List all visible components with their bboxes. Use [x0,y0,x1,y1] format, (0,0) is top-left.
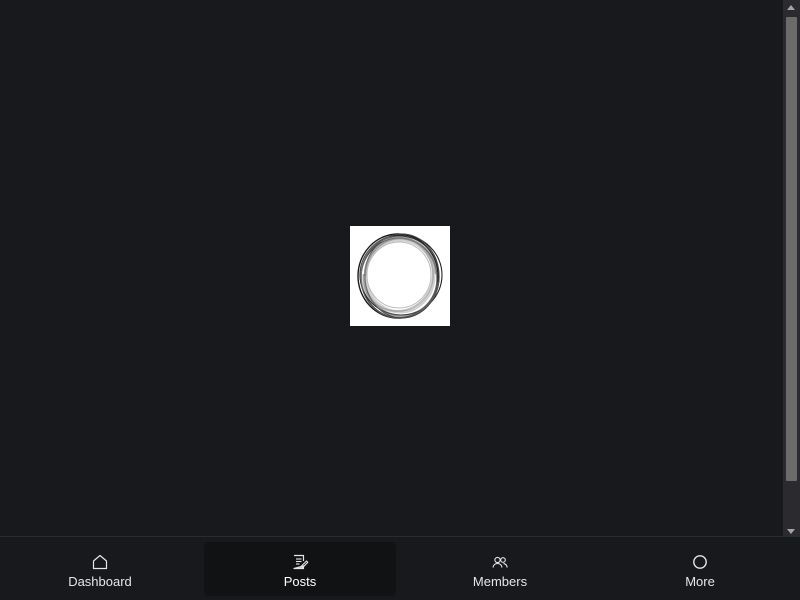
nav-item-label: Members [472,574,528,589]
bottom-navigation: Dashboard Posts Members More [0,536,800,600]
nav-item-members[interactable]: Members [400,537,600,600]
main-content [0,0,783,536]
nav-item-label: Posts [283,574,317,589]
nav-item-posts[interactable]: Posts [200,537,400,600]
scroll-up-arrow-icon[interactable] [787,5,795,10]
nav-item-more[interactable]: More [600,537,800,600]
nav-item-label: More [685,574,715,589]
loading-spinner [350,226,450,326]
app-window: Dashboard Posts Members More [0,0,800,600]
circle-icon [693,555,707,569]
nav-item-dashboard[interactable]: Dashboard [0,537,200,600]
loading-spinner-icon [357,233,443,319]
vertical-scrollbar[interactable] [783,0,800,536]
scroll-down-arrow-icon[interactable] [787,529,795,534]
members-icon [492,556,508,568]
home-icon [92,554,108,570]
scrollbar-thumb[interactable] [786,17,797,481]
posts-icon [293,554,309,570]
nav-item-label: Dashboard [68,574,132,589]
